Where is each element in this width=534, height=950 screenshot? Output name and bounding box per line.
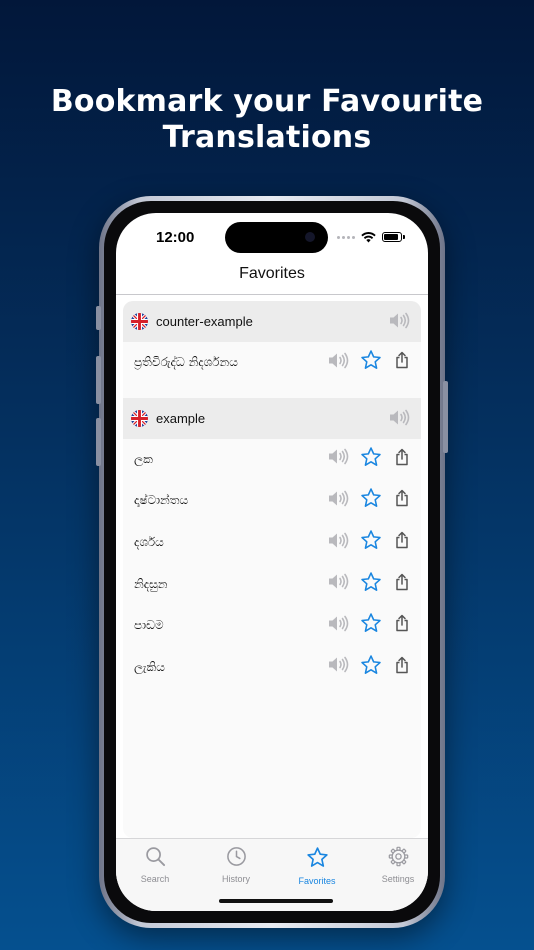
phone-screen: 12:00 Favorites counter-example ප්‍රතිවි… bbox=[116, 213, 428, 911]
translation-text: දෘෂ්ටාන්තය bbox=[134, 493, 189, 508]
page-title: Favorites bbox=[239, 265, 305, 282]
row-actions bbox=[328, 439, 409, 481]
uk-flag-icon bbox=[131, 409, 148, 427]
tab-history[interactable]: History bbox=[201, 846, 271, 884]
star-icon[interactable] bbox=[360, 446, 382, 473]
home-indicator[interactable] bbox=[219, 899, 333, 903]
phone-bezel: 12:00 Favorites counter-example ප්‍රතිවි… bbox=[104, 201, 440, 923]
dynamic-island bbox=[225, 222, 328, 253]
star-icon[interactable] bbox=[360, 654, 382, 681]
nav-divider bbox=[116, 294, 428, 295]
clock-icon bbox=[226, 846, 247, 868]
tab-label: Settings bbox=[381, 874, 415, 884]
speaker-icon[interactable] bbox=[328, 573, 349, 595]
row-actions bbox=[328, 522, 409, 564]
row-actions bbox=[328, 563, 409, 605]
translation-row: ලැකිය bbox=[123, 647, 421, 689]
status-time: 12:00 bbox=[156, 229, 195, 246]
speaker-icon[interactable] bbox=[328, 656, 349, 678]
headline: Bookmark your Favourite Translations bbox=[0, 84, 534, 156]
share-icon[interactable] bbox=[395, 448, 409, 471]
star-icon bbox=[306, 846, 329, 868]
share-icon[interactable] bbox=[395, 614, 409, 637]
share-icon[interactable] bbox=[395, 573, 409, 596]
share-icon[interactable] bbox=[395, 656, 409, 679]
status-icons bbox=[337, 230, 405, 244]
star-icon[interactable] bbox=[360, 571, 382, 598]
translation-row: ප්‍රතිවිරුද්ධ නිදර්ශනය bbox=[123, 342, 421, 384]
translation-row: නිදසුන bbox=[123, 563, 421, 605]
translation-text: පාඩම bbox=[134, 618, 164, 633]
phone-frame: 12:00 Favorites counter-example ප්‍රතිවි… bbox=[96, 196, 448, 928]
volume-up-button bbox=[96, 356, 101, 404]
star-icon[interactable] bbox=[360, 487, 382, 514]
tab-settings[interactable]: Settings bbox=[363, 846, 428, 884]
group-header[interactable]: example bbox=[123, 397, 421, 439]
share-icon[interactable] bbox=[395, 351, 409, 374]
favorites-list[interactable]: counter-example ප්‍රතිවිරුද්ධ නිදර්ශනය e… bbox=[123, 301, 421, 838]
tab-search[interactable]: Search bbox=[120, 846, 190, 884]
wifi-icon bbox=[361, 231, 376, 242]
row-actions bbox=[328, 647, 409, 689]
uk-flag-icon bbox=[131, 313, 148, 330]
cellular-signal-icon bbox=[337, 235, 355, 239]
share-icon[interactable] bbox=[395, 531, 409, 554]
speaker-icon[interactable] bbox=[389, 409, 410, 431]
tab-label: Favorites bbox=[298, 876, 336, 886]
favorite-group: example ලක දෘෂ්ටාන්තය දර්ශය නිදසුන පාඩම … bbox=[123, 397, 421, 689]
tab-label: History bbox=[221, 874, 250, 884]
volume-down-button bbox=[96, 418, 101, 466]
share-icon[interactable] bbox=[395, 489, 409, 512]
group-word: example bbox=[156, 410, 206, 426]
speaker-icon[interactable] bbox=[328, 352, 349, 374]
speaker-icon[interactable] bbox=[328, 448, 349, 470]
translation-text: ප්‍රතිවිරුද්ධ නිදර්ශනය bbox=[134, 355, 238, 370]
power-button bbox=[443, 381, 448, 453]
group-word: counter-example bbox=[156, 314, 253, 329]
favorite-group: counter-example ප්‍රතිවිරුද්ධ නිදර්ශනය bbox=[123, 301, 421, 384]
speaker-icon[interactable] bbox=[328, 532, 349, 554]
translation-text: දර්ශය bbox=[134, 535, 164, 550]
translation-text: ලැකිය bbox=[134, 659, 165, 674]
tab-favorites[interactable]: Favorites bbox=[282, 846, 352, 886]
gear-icon bbox=[388, 846, 409, 868]
speaker-icon[interactable] bbox=[328, 490, 349, 512]
translation-row: ලක bbox=[123, 439, 421, 481]
headline-line-1: Bookmark your Favourite bbox=[50, 84, 484, 119]
translation-row: දෘෂ්ටාන්තය bbox=[123, 480, 421, 522]
search-icon bbox=[145, 846, 166, 868]
translation-row: දර්ශය bbox=[123, 522, 421, 564]
row-actions bbox=[328, 605, 409, 647]
translation-text: නිදසුන bbox=[134, 576, 168, 591]
headline-line-2: Translations bbox=[162, 120, 372, 155]
row-actions bbox=[328, 342, 409, 384]
mute-switch bbox=[96, 306, 101, 330]
translation-row: පාඩම bbox=[123, 605, 421, 647]
star-icon[interactable] bbox=[360, 349, 382, 376]
tab-label: Search bbox=[140, 874, 170, 884]
battery-icon bbox=[382, 232, 405, 242]
row-actions bbox=[328, 480, 409, 522]
star-icon[interactable] bbox=[360, 529, 382, 556]
speaker-icon[interactable] bbox=[389, 312, 410, 334]
translation-text: ලක bbox=[134, 451, 153, 466]
speaker-icon[interactable] bbox=[328, 615, 349, 637]
group-header[interactable]: counter-example bbox=[123, 301, 421, 342]
star-icon[interactable] bbox=[360, 612, 382, 639]
camera-icon bbox=[305, 232, 315, 242]
